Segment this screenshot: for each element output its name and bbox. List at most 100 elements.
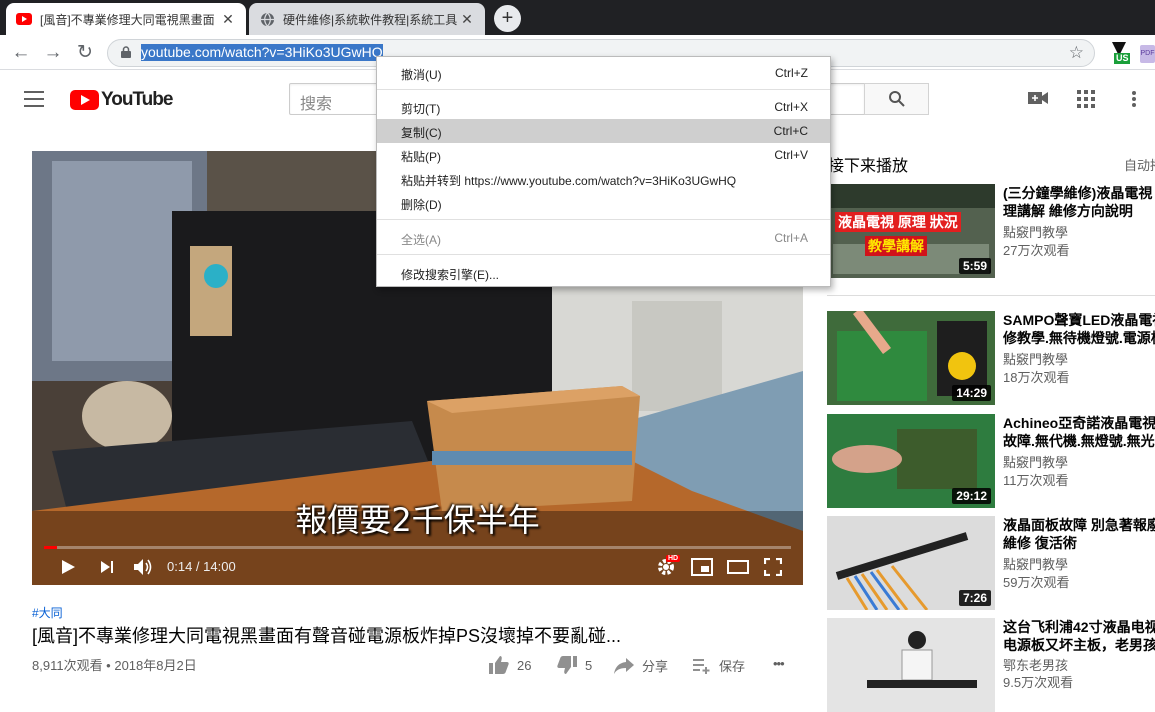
apps-grid-icon[interactable]	[1077, 90, 1095, 108]
recommended-title-line2: 維修 復活術	[1003, 535, 1077, 551]
thumbs-up-icon	[489, 656, 509, 674]
reload-icon[interactable]: ↻	[72, 40, 98, 66]
share-label: 分享	[642, 659, 669, 674]
thumbs-down-icon	[557, 656, 577, 674]
channel-name: 點竅門教學	[1003, 352, 1069, 367]
close-tab-icon[interactable]: ✕	[220, 11, 236, 28]
view-count: 9.5万次观看	[1003, 675, 1074, 690]
recommended-title-line2: 修教學.無待機燈號.電源板	[1003, 330, 1155, 346]
video-thumbnail[interactable]: 29:12	[827, 414, 995, 508]
fullscreen-icon[interactable]	[764, 558, 782, 576]
recommended-video[interactable]: 这台飞利浦42寸液晶电视 电源板又坏主板，老男孩 鄂东老男孩 9.5万次观看	[827, 618, 1155, 712]
dislike-button[interactable]: 5	[557, 656, 592, 674]
more-vert-icon[interactable]	[1131, 90, 1137, 108]
up-next-heading: 接下来播放	[828, 158, 909, 175]
video-duration: 7:26	[958, 590, 991, 606]
lock-icon	[121, 46, 131, 58]
tab-youtube-video[interactable]: [風音]不專業修理大同電視黑畫面 ✕	[6, 3, 246, 35]
channel-name: 點竅門教學	[1003, 557, 1069, 572]
search-icon	[888, 91, 905, 107]
menu-item-copy[interactable]: 复制(C) Ctrl+C	[377, 119, 830, 143]
recommended-video[interactable]: 14:29 SAMPO聲寶LED液晶電視 修教學.無待機燈號.電源板 點竅門教學…	[827, 311, 1155, 405]
recommended-video[interactable]: 29:12 Achineo亞奇諾液晶電視 故障.無代機.無燈號.無光 點竅門教學…	[827, 414, 1155, 508]
forward-icon[interactable]: →	[40, 40, 66, 66]
youtube-icon	[16, 11, 32, 27]
recommended-video[interactable]: 液晶電視 原理 狀況 教學講解 5:59 (三分鐘學維修)液晶電視 理講解 維修…	[827, 184, 1155, 278]
channel-name: 點竅門教學	[1003, 455, 1069, 470]
extension-pdf-icon[interactable]: PDF	[1140, 45, 1155, 63]
miniplayer-icon[interactable]	[691, 558, 713, 576]
save-label: 保存	[719, 659, 746, 674]
menu-item-label: 粘贴(P)	[401, 150, 441, 164]
share-button[interactable]: 分享	[614, 656, 668, 675]
thumbnail-text: 教學講解	[865, 236, 927, 256]
video-thumbnail[interactable]: 14:29	[827, 311, 995, 405]
menu-item-label: 全选(A)	[401, 233, 441, 247]
video-caption: 報價要2千保半年	[295, 501, 540, 539]
create-video-icon[interactable]	[1028, 90, 1048, 106]
like-count: 26	[517, 657, 532, 673]
video-thumbnail[interactable]: 液晶電視 原理 狀況 教學講解 5:59	[827, 184, 995, 278]
search-button[interactable]	[864, 83, 929, 115]
save-button[interactable]: 保存	[693, 656, 745, 675]
progress-bar[interactable]	[44, 546, 791, 549]
more-actions-icon[interactable]: •••	[773, 656, 785, 671]
bookmark-star-icon[interactable]: ☆	[1069, 43, 1084, 63]
menu-item-cut[interactable]: 剪切(T) Ctrl+X	[377, 95, 830, 119]
video-title: [風音]不專業修理大同電視黑畫面有聲音碰電源板炸掉PS沒壞掉不要亂碰...	[32, 626, 622, 646]
play-icon[interactable]	[60, 559, 76, 575]
tab-title: 硬件維修|系統軟件教程|系統工具	[283, 12, 458, 27]
view-count: 11万次观看	[1003, 473, 1069, 488]
globe-icon	[259, 11, 275, 27]
like-button[interactable]: 26	[489, 656, 531, 674]
close-tab-icon[interactable]: ✕	[459, 11, 475, 28]
menu-item-shortcut: Ctrl+C	[773, 124, 808, 138]
youtube-play-icon	[70, 90, 99, 110]
menu-item-label: 剪切(T)	[401, 102, 441, 116]
menu-item-label: 复制(C)	[401, 126, 442, 140]
video-meta: 8,911次观看 • 2018年8月2日	[32, 658, 197, 673]
theater-mode-icon[interactable]	[727, 559, 749, 575]
video-thumbnail[interactable]: 7:26	[827, 516, 995, 610]
playlist-add-icon	[693, 658, 710, 674]
menu-item-shortcut: Ctrl+Z	[775, 66, 808, 80]
channel-name: 點竅門教學	[1003, 225, 1069, 240]
video-duration: 29:12	[952, 488, 991, 504]
menu-item-paste[interactable]: 粘贴(P) Ctrl+V	[377, 143, 830, 167]
progress-fill	[44, 546, 57, 549]
recommended-video[interactable]: 7:26 液晶面板故障 別急著報廢 維修 復活術 點竅門教學 59万次观看	[827, 516, 1155, 610]
search-placeholder: 搜索	[300, 96, 333, 113]
autoplay-label[interactable]: 自动播	[1124, 155, 1155, 174]
back-icon[interactable]: ←	[8, 40, 34, 66]
menu-item-edit-search-engines[interactable]: 修改搜索引擎(E)...	[377, 261, 830, 285]
volume-icon[interactable]	[133, 558, 153, 576]
extension-badge: US	[1116, 53, 1129, 63]
menu-item-label: 修改搜索引擎(E)...	[401, 268, 499, 282]
menu-icon[interactable]	[24, 91, 44, 107]
youtube-logo[interactable]: YouTube	[70, 89, 173, 111]
recommended-title: Achineo亞奇諾液晶電視	[1003, 415, 1155, 431]
time-display: 0:14 / 14:00	[167, 559, 236, 574]
recommended-title: 液晶面板故障 別急著報廢	[1003, 517, 1155, 533]
context-menu: 撤消(U) Ctrl+Z 剪切(T) Ctrl+X 复制(C) Ctrl+C 粘…	[376, 56, 831, 287]
new-tab-button[interactable]: +	[494, 5, 521, 32]
video-duration: 14:29	[952, 385, 991, 401]
menu-item-select-all[interactable]: 全选(A) Ctrl+A	[377, 226, 830, 250]
video-hashtag[interactable]: #大同	[32, 604, 63, 621]
extension-icon[interactable]: US	[1110, 42, 1130, 64]
menu-item-paste-and-go[interactable]: 粘贴并转到 https://www.youtube.com/watch?v=3H…	[377, 167, 830, 191]
menu-separator	[377, 89, 830, 90]
menu-item-shortcut: Ctrl+V	[774, 148, 808, 162]
hd-badge: HD	[666, 555, 681, 562]
video-thumbnail[interactable]	[827, 618, 995, 712]
next-icon[interactable]	[100, 560, 114, 574]
thumbnail-text: 液晶電視 原理 狀況	[835, 212, 961, 232]
view-count: 59万次观看	[1003, 575, 1070, 590]
menu-item-undo[interactable]: 撤消(U) Ctrl+Z	[377, 61, 830, 85]
tab-strip: [風音]不專業修理大同電視黑畫面 ✕ 硬件維修|系統軟件教程|系統工具 ✕ +	[0, 0, 1155, 35]
recommended-title: 这台飞利浦42寸液晶电视	[1003, 619, 1155, 635]
recommended-title-line2: 理講解 維修方向說明	[1003, 203, 1133, 219]
menu-item-delete[interactable]: 删除(D)	[377, 191, 830, 215]
tab-hardware-repair[interactable]: 硬件維修|系統軟件教程|系統工具 ✕	[249, 3, 485, 35]
url-text[interactable]: youtube.com/watch?v=3HiKo3UGwHQ	[141, 44, 383, 61]
